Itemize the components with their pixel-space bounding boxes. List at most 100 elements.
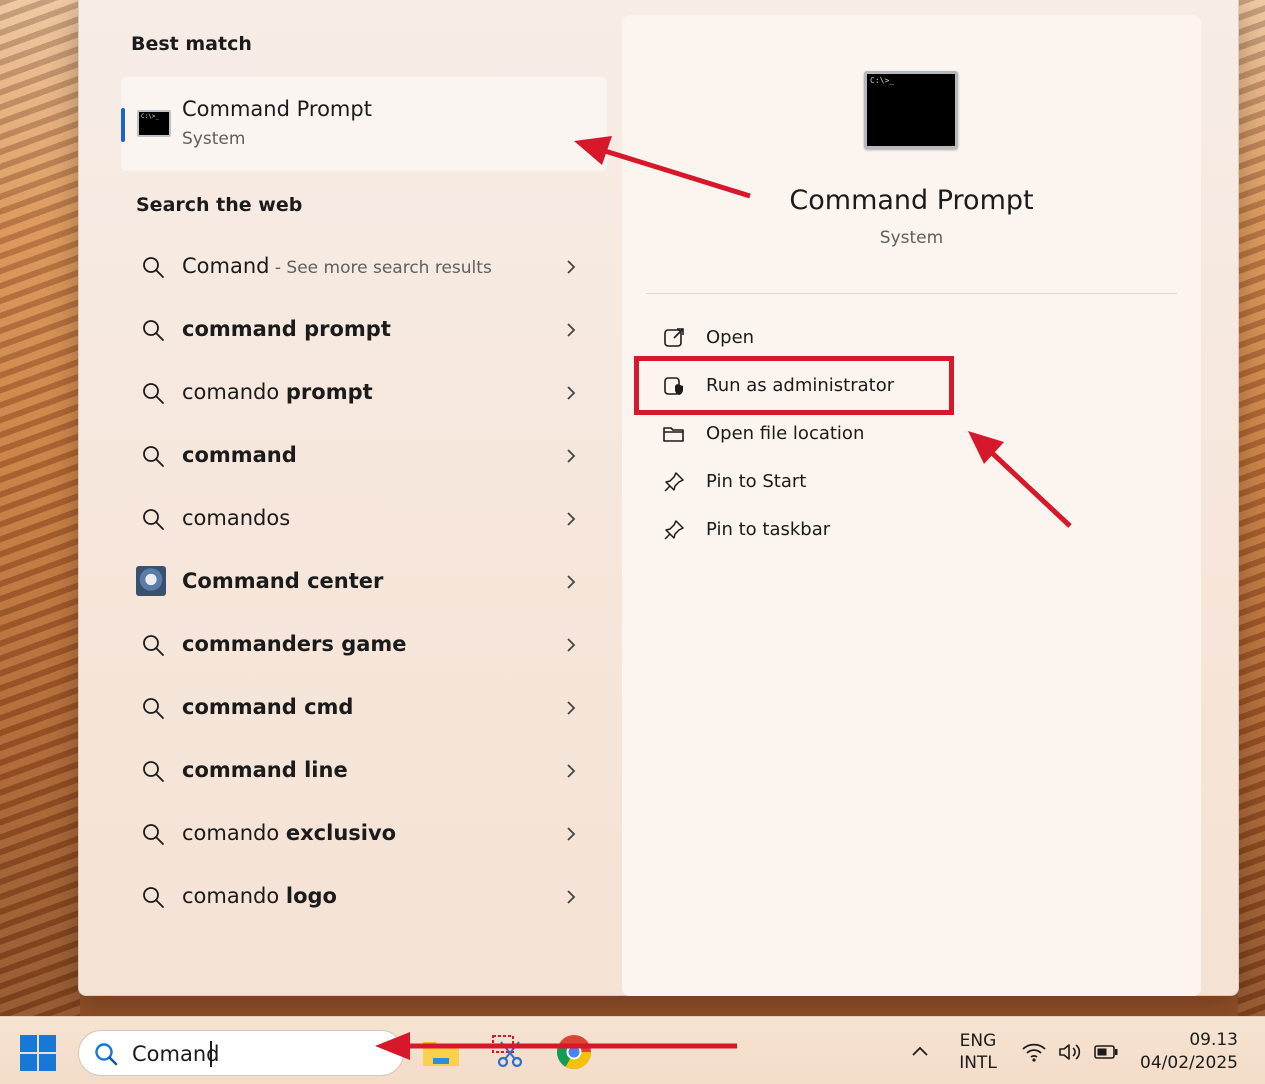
windows-logo-tile xyxy=(20,1035,37,1052)
chevron-right-icon xyxy=(567,890,576,904)
search-icon xyxy=(143,887,164,908)
web-result-label: Command center xyxy=(182,569,383,593)
query-prefix: comando xyxy=(182,821,286,845)
command-prompt-large-icon xyxy=(864,71,958,149)
chevron-right-icon xyxy=(567,701,576,715)
taskbar-search-input[interactable]: Comand xyxy=(78,1030,404,1076)
web-result-label: command xyxy=(182,443,297,467)
search-icon xyxy=(95,1043,118,1066)
web-result-item[interactable]: command xyxy=(121,424,607,487)
folder-icon xyxy=(663,427,684,442)
open-external-icon xyxy=(664,328,684,347)
keyboard-layout: INTL xyxy=(959,1053,997,1073)
web-result-label: comandos xyxy=(182,506,290,530)
web-result-item[interactable]: command prompt xyxy=(121,298,607,361)
file-explorer-icon[interactable] xyxy=(421,1032,461,1072)
best-match-name: Command Prompt xyxy=(182,97,372,121)
taskbar: Comand ENG INTL 09.13 04/02/2025 xyxy=(0,1016,1265,1084)
web-result-label: commanders game xyxy=(182,632,407,656)
best-match-heading: Best match xyxy=(131,33,252,55)
query-completion: commanders game xyxy=(182,632,407,656)
search-icon xyxy=(143,509,164,530)
web-result-item[interactable]: comando prompt xyxy=(121,361,607,424)
clock[interactable]: 09.13 04/02/2025 xyxy=(1130,1029,1238,1075)
web-result-item[interactable]: command line xyxy=(121,739,607,802)
web-result-item[interactable]: comandos xyxy=(121,487,607,550)
web-result-item[interactable]: Comand - See more search results xyxy=(121,235,607,298)
annotation-highlight-box xyxy=(634,356,954,415)
chevron-right-icon xyxy=(567,260,576,274)
search-icon xyxy=(143,320,164,341)
web-results-list: Comand - See more search results command … xyxy=(121,235,607,928)
divider xyxy=(646,293,1177,294)
search-icon xyxy=(143,383,164,404)
web-result-item[interactable]: command cmd xyxy=(121,676,607,739)
action-open-file-location[interactable]: Open file location xyxy=(662,413,1022,453)
web-result-item[interactable]: comando logo xyxy=(121,865,607,928)
input-language-indicator[interactable]: ENG INTL xyxy=(952,1030,1004,1074)
query-completion: exclusivo xyxy=(285,821,397,845)
chevron-right-icon xyxy=(567,386,576,400)
pin-icon xyxy=(664,472,684,492)
best-match-type: System xyxy=(182,129,246,149)
windows-logo-tile xyxy=(39,1054,56,1071)
query-prefix: Comand xyxy=(182,254,270,278)
detail-app-name: Command Prompt xyxy=(789,185,1034,216)
windows-logo-tile xyxy=(39,1035,56,1052)
result-detail-pane: Command Prompt System Open Run as admini… xyxy=(622,15,1201,996)
command-prompt-icon xyxy=(137,110,171,137)
desktop-wallpaper-right xyxy=(1238,0,1265,1016)
action-label: Open file location xyxy=(706,423,865,444)
search-icon xyxy=(143,698,164,719)
chrome-icon[interactable] xyxy=(554,1032,594,1072)
web-result-label: comando prompt xyxy=(182,380,373,404)
volume-icon[interactable] xyxy=(1057,1041,1083,1063)
web-result-label: comando logo xyxy=(182,884,337,908)
text-caret xyxy=(210,1041,212,1067)
web-result-label: command line xyxy=(182,758,348,782)
web-result-label: comando exclusivo xyxy=(182,821,396,845)
chevron-right-icon xyxy=(567,638,576,652)
web-result-item[interactable]: comando exclusivo xyxy=(121,802,607,865)
search-icon xyxy=(143,761,164,782)
best-match-result[interactable]: Command Prompt System xyxy=(121,77,607,171)
action-open[interactable]: Open xyxy=(662,317,1022,357)
query-prefix: comando xyxy=(182,884,286,908)
query-completion: Command center xyxy=(182,569,384,593)
search-icon xyxy=(143,257,164,278)
wifi-icon[interactable] xyxy=(1021,1041,1047,1063)
search-icon xyxy=(143,635,164,656)
query-hint: - See more search results xyxy=(269,258,492,278)
action-label: Open xyxy=(706,327,755,348)
snipping-tool-icon[interactable] xyxy=(489,1032,529,1072)
battery-icon[interactable] xyxy=(1093,1041,1119,1063)
clock-date: 04/02/2025 xyxy=(1140,1053,1238,1073)
desktop-wallpaper-left xyxy=(0,0,80,1016)
query-prefix: comando xyxy=(182,380,286,404)
web-result-item[interactable]: Command center xyxy=(121,550,607,613)
query-completion: command prompt xyxy=(182,317,391,341)
command-center-thumbnail-icon xyxy=(136,566,166,596)
query-completion: command cmd xyxy=(182,695,354,719)
search-web-heading: Search the web xyxy=(136,194,303,216)
detail-app-type: System xyxy=(879,228,944,248)
chevron-right-icon xyxy=(567,575,576,589)
action-pin-to-taskbar[interactable]: Pin to taskbar xyxy=(662,509,1022,549)
show-hidden-icons-chevron-up-icon[interactable] xyxy=(908,1041,932,1061)
chevron-right-icon xyxy=(567,512,576,526)
chevron-right-icon xyxy=(567,827,576,841)
language-code: ENG xyxy=(959,1031,997,1051)
windows-logo-tile xyxy=(20,1054,37,1071)
pin-icon xyxy=(664,520,684,540)
action-label: Pin to Start xyxy=(706,471,807,492)
chevron-right-icon xyxy=(567,764,576,778)
query-completion: command xyxy=(182,443,297,467)
web-result-item[interactable]: commanders game xyxy=(121,613,607,676)
query-prefix: comandos xyxy=(182,506,291,530)
query-completion: logo xyxy=(285,884,337,908)
start-search-panel: Best match Command Prompt System Search … xyxy=(78,0,1239,996)
chevron-right-icon xyxy=(567,449,576,463)
windows-start-button[interactable] xyxy=(20,1035,56,1071)
action-pin-to-start[interactable]: Pin to Start xyxy=(662,461,1022,501)
chevron-right-icon xyxy=(567,323,576,337)
